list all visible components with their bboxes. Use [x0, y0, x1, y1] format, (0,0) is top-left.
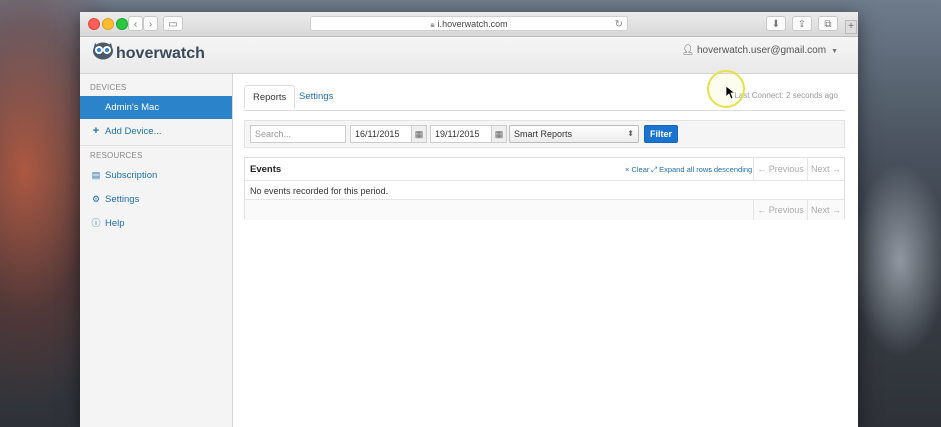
date-from-field[interactable]	[350, 125, 412, 143]
expand-all-rows-link[interactable]: ⤢ Expand all rows	[651, 165, 712, 175]
tab-settings[interactable]: Settings	[291, 85, 341, 109]
calendar-icon[interactable]: ▦	[491, 125, 507, 143]
browser-window: ‹ › ▭ 🔒︎ i.hoverwatch.com ↻ ⬇ ⇪ ⧉ hoverwa…	[80, 12, 858, 427]
tab-reports[interactable]: Reports	[244, 85, 296, 109]
url-text: i.hoverwatch.com	[437, 19, 508, 29]
back-button[interactable]: ‹	[128, 16, 143, 31]
sidebar-item-subscription[interactable]: ▤ Subscription	[80, 164, 232, 187]
sidebar-item-label: Help	[105, 218, 125, 229]
gear-icon: ⚙	[91, 194, 101, 204]
plus-icon: +	[92, 125, 100, 137]
reload-icon[interactable]: ↻	[615, 17, 623, 32]
filter-button[interactable]: Filter	[644, 125, 678, 143]
sidebar-heading-resources: RESOURCES	[90, 151, 143, 160]
previous-page-button[interactable]: ← Previous	[753, 158, 807, 180]
previous-page-button[interactable]: ← Previous	[753, 200, 807, 220]
minimize-window-button[interactable]	[102, 18, 114, 30]
last-connect-status: Last Connect: 2 seconds ago	[734, 91, 838, 100]
sidebar-item-admins-mac[interactable]: Admin's Mac	[80, 96, 232, 119]
events-footer: ← Previous Next →	[245, 199, 844, 220]
browser-titlebar: ‹ › ▭ 🔒︎ i.hoverwatch.com ↻ ⬇ ⇪ ⧉	[80, 12, 858, 37]
clear-link[interactable]: × Clear	[625, 165, 649, 174]
sidebar-item-label: Admin's Mac	[105, 102, 160, 113]
events-header: Events × Clear ⤢ Expand all rows ↓ desce…	[245, 158, 844, 181]
maximize-window-button[interactable]	[116, 18, 128, 30]
empty-events-message: No events recorded for this period.	[250, 186, 389, 196]
lock-icon: 🔒︎	[430, 20, 435, 29]
address-bar[interactable]: 🔒︎ i.hoverwatch.com ↻	[310, 16, 628, 31]
sidebar-heading-devices: DEVICES	[90, 83, 127, 92]
app-logo-text[interactable]: hoverwatch	[116, 45, 205, 63]
tabs-overview-icon[interactable]: ⧉	[818, 16, 838, 31]
sidebar: DEVICES Admin's Mac + Add Device... RESO…	[80, 74, 233, 427]
sidebar-item-help[interactable]: ⓘ Help	[80, 212, 232, 235]
owl-logo-icon	[93, 42, 113, 60]
user-email: hoverwatch.user@gmail.com	[696, 45, 827, 56]
select-arrows-icon: ⬍	[627, 129, 634, 138]
user-menu[interactable]: 👤︎ hoverwatch.user@gmail.com ▼	[681, 45, 838, 56]
caret-down-icon: ▼	[831, 48, 838, 55]
info-icon: ⓘ	[91, 218, 101, 228]
new-tab-button[interactable]: +	[845, 20, 857, 34]
forward-button[interactable]: ›	[143, 16, 158, 31]
events-title: Events	[250, 164, 282, 175]
sidebar-item-label: Subscription	[105, 170, 158, 181]
mouse-pointer-icon	[726, 86, 736, 100]
report-type-value: Smart Reports	[514, 129, 573, 139]
events-panel: Events × Clear ⤢ Expand all rows ↓ desce…	[244, 157, 845, 220]
report-type-select[interactable]: Smart Reports ⬍	[509, 125, 639, 143]
sidebar-item-label: Add Device...	[105, 126, 162, 137]
filter-bar: ▦ ▦ Smart Reports ⬍ Filter	[244, 120, 845, 148]
share-icon[interactable]: ⇪	[792, 16, 812, 31]
sidebar-item-label: Settings	[105, 194, 140, 205]
sidebar-divider	[80, 145, 232, 146]
date-to-field[interactable]	[430, 125, 492, 143]
next-page-button[interactable]: Next →	[807, 158, 844, 180]
main-content: Reports Settings Last Connect: 2 seconds…	[233, 74, 858, 427]
sidebar-toggle-icon[interactable]: ▭	[163, 16, 183, 31]
sidebar-item-settings[interactable]: ⚙ Settings	[80, 188, 232, 211]
search-input[interactable]	[250, 125, 346, 143]
calendar-icon[interactable]: ▦	[411, 125, 427, 143]
list-icon: ▤	[91, 170, 101, 180]
download-icon[interactable]: ⬇	[766, 16, 786, 31]
close-window-button[interactable]	[88, 18, 100, 30]
user-icon: 👤︎	[681, 45, 695, 56]
sidebar-item-add-device[interactable]: + Add Device...	[80, 120, 232, 143]
sort-descending-link[interactable]: ↓ descending	[708, 165, 752, 174]
next-page-button[interactable]: Next →	[807, 200, 844, 220]
app-header: hoverwatch 👤︎ hoverwatch.user@gmail.com ▼	[80, 37, 858, 74]
